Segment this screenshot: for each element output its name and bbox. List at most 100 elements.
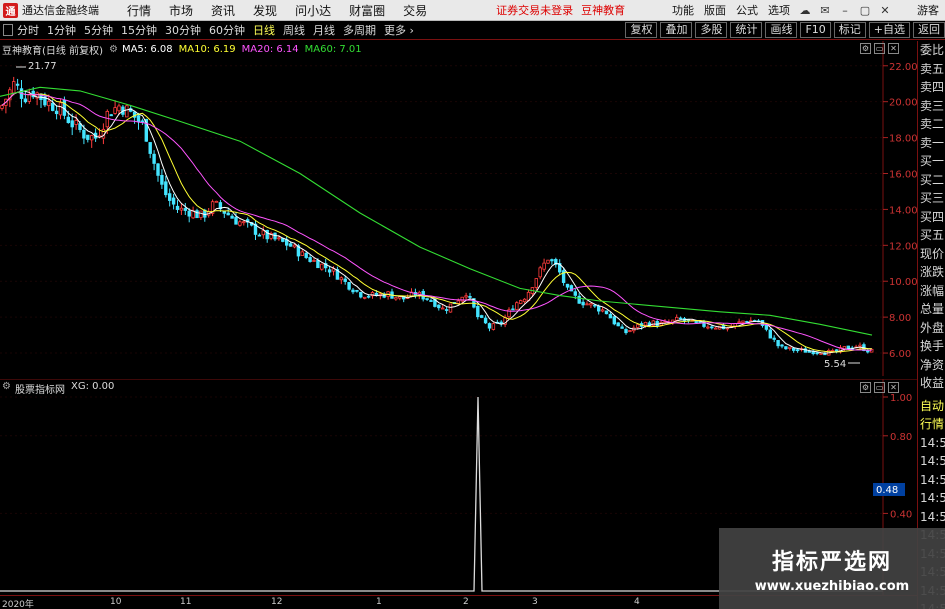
date-label: 11 [180,597,192,607]
up-candle [0,105,4,109]
down-candle [437,304,441,309]
down-candle [550,259,554,262]
draw-line-button[interactable]: 画线 [765,22,798,38]
back-button[interactable]: 返回 [913,22,945,38]
candlestick-chart[interactable]: 22.00 20.00 18.00 16.00 14.00 12.00 10.00 8.00 6… [0,41,917,376]
down-candle [444,309,449,311]
auto-quote-tab[interactable]: 自动 [918,397,945,416]
message-icon[interactable]: ✉ [818,4,832,17]
chart-restore-icon[interactable]: ▭ [874,43,885,54]
menu-trade[interactable]: 交易 [394,2,436,19]
menu-layout[interactable]: 版面 [699,2,731,18]
quote-label: 买三 [920,191,945,205]
overlay-button[interactable]: 叠加 [660,22,693,38]
indicator-value: XG: 0.00 [70,381,115,392]
quote-label: 涨跌 [920,265,945,279]
up-candle [542,262,546,270]
menu-function[interactable]: 功能 [667,2,699,18]
down-candle [351,289,355,293]
menu-quotes[interactable]: 行情 [118,2,160,19]
period-multi[interactable]: 多周期 [339,22,380,38]
up-candle [11,81,16,94]
chart-settings-icon[interactable]: ⚙ [860,43,871,54]
price-tick-label: 10.00 [889,277,917,288]
guest-user[interactable]: 游客 [917,2,939,18]
period-intraday[interactable]: 分时 [13,22,43,38]
quote-label: 买一 [920,154,945,168]
period-weekly[interactable]: 周线 [279,22,309,38]
f10-button[interactable]: F10 [800,22,831,38]
down-candle [355,289,359,292]
low-price-label: 5.54 [824,359,846,370]
period-15min[interactable]: 15分钟 [117,22,161,38]
menu-news[interactable]: 资讯 [202,2,244,19]
multi-stock-button[interactable]: 多股 [695,22,728,38]
add-watchlist-button[interactable]: +自选 [868,22,910,38]
down-candle [140,120,145,123]
menu-ask[interactable]: 问小达 [286,2,340,19]
down-candle [152,153,156,164]
quote-label: 卖二 [920,117,945,131]
quote-label: 净资 [920,357,945,372]
quote-panel: 委比 卖五 卖四 卖三 卖二 卖一 买一 买二 买三 买四 买五 现价 涨跌 涨幅 总量 外盘 换手 净资 收益 自… [917,41,945,609]
indicator-gear-icon[interactable]: ⚙ [2,381,11,396]
period-60min[interactable]: 60分钟 [205,22,249,38]
up-candle [464,295,468,298]
period-more-label: 更多 [384,24,406,37]
menu-formula[interactable]: 公式 [731,2,763,18]
quote-tab[interactable]: 行情 [918,415,945,434]
date-label: 10 [110,597,122,607]
close-icon[interactable]: ✕ [878,4,892,17]
period-more[interactable]: 更多 › [380,22,418,38]
stock-title: 豆神教育(日线 前复权) [2,45,103,57]
menu-discover[interactable]: 发现 [244,2,286,19]
down-candle [604,310,609,315]
indicator-tick-label: 0.80 [890,432,912,443]
period-daily[interactable]: 日线 [249,22,279,38]
minimize-icon[interactable]: – [838,4,852,17]
period-monthly[interactable]: 月线 [309,22,339,38]
menu-market[interactable]: 市场 [160,2,202,19]
cloud-icon[interactable]: ☁ [798,4,812,17]
period-5min[interactable]: 5分钟 [80,22,117,38]
up-candle [339,277,343,281]
up-candle [491,323,496,330]
up-candle [320,263,324,270]
date-label: 12 [271,597,283,607]
maximize-icon[interactable]: ▢ [858,4,872,17]
price-tick-label: 6.00 [889,349,911,360]
date-label: 3 [532,597,538,607]
mark-button[interactable]: 标记 [833,22,866,38]
down-candle [148,142,152,154]
down-candle [171,197,176,205]
up-candle [534,278,538,288]
chart-close-icon[interactable]: ✕ [888,43,899,54]
indicator-tick-label: 0.40 [890,509,912,520]
app-title: 通达信金融终端 [22,4,99,17]
down-candle [366,295,371,298]
quote-label: 现价 [920,246,945,261]
down-candle [792,347,796,351]
indicator-restore-icon[interactable]: ▭ [874,382,885,393]
down-candle [815,352,819,355]
panel-toggle-icon[interactable] [3,24,13,36]
up-candle [714,327,718,330]
statistics-button[interactable]: 统计 [730,22,763,38]
indicator-close-icon[interactable]: ✕ [888,382,899,393]
login-alert[interactable]: 证券交易未登录 [496,2,573,18]
down-candle [226,212,230,216]
down-candle [577,295,581,304]
down-candle [678,317,683,320]
quote-label: 换手 [920,339,945,353]
indicator-settings-icon[interactable]: ⚙ [860,382,871,393]
up-candle [538,267,542,278]
menu-wealth[interactable]: 财富圈 [340,2,394,19]
gear-icon[interactable]: ⚙ [109,44,118,55]
adjust-button[interactable]: 复权 [625,22,658,38]
menu-options[interactable]: 选项 [763,2,795,18]
quote-label: 买二 [920,172,945,187]
down-candle [710,326,714,329]
period-1min[interactable]: 1分钟 [43,22,80,38]
price-tick-label: 18.00 [889,134,917,145]
period-30min[interactable]: 30分钟 [161,22,205,38]
